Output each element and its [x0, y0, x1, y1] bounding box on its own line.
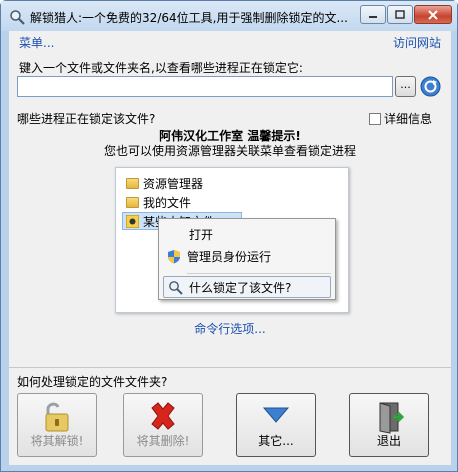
exit-door-icon — [379, 402, 405, 434]
visit-website-link[interactable]: 访问网站 — [393, 34, 441, 51]
unlock-icon — [45, 402, 69, 432]
folder-action-label: 如何处理锁定的文件文件夹? — [17, 375, 168, 389]
path-prompt-label: 键入一个文件或文件夹名,以查看哪些进程正在锁定它: — [19, 61, 303, 75]
other-button-label: 其它... — [258, 434, 294, 448]
dropdown-arrow-icon — [262, 407, 290, 423]
client-area: 菜单... 访问网站 键入一个文件或文件夹名,以查看哪些进程正在锁定它: ...… — [9, 31, 451, 465]
refresh-icon[interactable] — [420, 76, 441, 97]
exit-button[interactable]: 退出 — [349, 393, 429, 457]
other-button[interactable]: 其它... — [236, 393, 316, 457]
path-input[interactable] — [17, 76, 393, 97]
delete-button-label: 将其删除! — [136, 434, 190, 448]
context-item-open: 打开 — [189, 227, 214, 242]
hazard-icon — [126, 214, 139, 228]
demo-folder-item: 我的文件 — [126, 193, 191, 211]
context-menu: 打开 管理员身份运行 什么锁定了该文件? — [158, 218, 336, 300]
maximize-icon — [395, 10, 405, 19]
folder-icon — [126, 196, 139, 208]
main-window: 解锁猎人:一个免费的32/64位工具,用于强制删除锁定的文... 菜单... 访… — [0, 0, 458, 472]
folder-icon — [126, 177, 139, 189]
menu-link[interactable]: 菜单... — [19, 34, 54, 51]
context-item-what-locks: 什么锁定了该文件? — [163, 276, 331, 298]
unlock-button[interactable]: 将其解锁! — [17, 393, 97, 457]
section-divider — [9, 367, 451, 368]
close-icon — [428, 9, 438, 20]
delete-icon — [151, 402, 175, 430]
process-list-panel: 阿伟汉化工作室 温馨提示! 您也可以使用资源管理器关联菜单查看锁定进程 资源管理… — [9, 127, 451, 367]
minimize-icon — [369, 15, 377, 18]
details-checkbox-box[interactable] — [369, 112, 381, 125]
magnifier-icon — [169, 280, 183, 295]
details-checkbox-label: 详细信息 — [384, 112, 433, 126]
title-bar[interactable]: 解锁猎人:一个免费的32/64位工具,用于强制删除锁定的文... — [1, 1, 457, 31]
maximize-button[interactable] — [387, 5, 413, 24]
app-magnifier-icon — [10, 10, 25, 25]
minimize-button[interactable] — [360, 5, 386, 24]
details-checkbox[interactable]: 详细信息 — [369, 110, 432, 127]
locking-processes-label: 哪些进程正在锁定该文件? — [17, 112, 156, 126]
command-line-options-link[interactable]: 命令行选项... — [9, 320, 451, 337]
window-title: 解锁猎人:一个免费的32/64位工具,用于强制删除锁定的文... — [30, 11, 348, 25]
exit-button-label: 退出 — [376, 434, 401, 448]
browse-button[interactable]: ... — [395, 76, 416, 97]
delete-button[interactable]: 将其删除! — [123, 393, 203, 457]
context-separator — [187, 273, 331, 274]
context-item-run-as-admin: 管理员身份运行 — [163, 245, 331, 267]
hint-text: 您也可以使用资源管理器关联菜单查看锁定进程 — [103, 144, 356, 158]
explorer-demo-image: 资源管理器 我的文件 某些未知文件 打开 — [115, 167, 349, 313]
demo-folder-item: 资源管理器 — [126, 174, 203, 192]
close-button[interactable] — [414, 5, 452, 24]
shield-icon — [168, 249, 180, 263]
unlock-button-label: 将其解锁! — [30, 434, 84, 448]
